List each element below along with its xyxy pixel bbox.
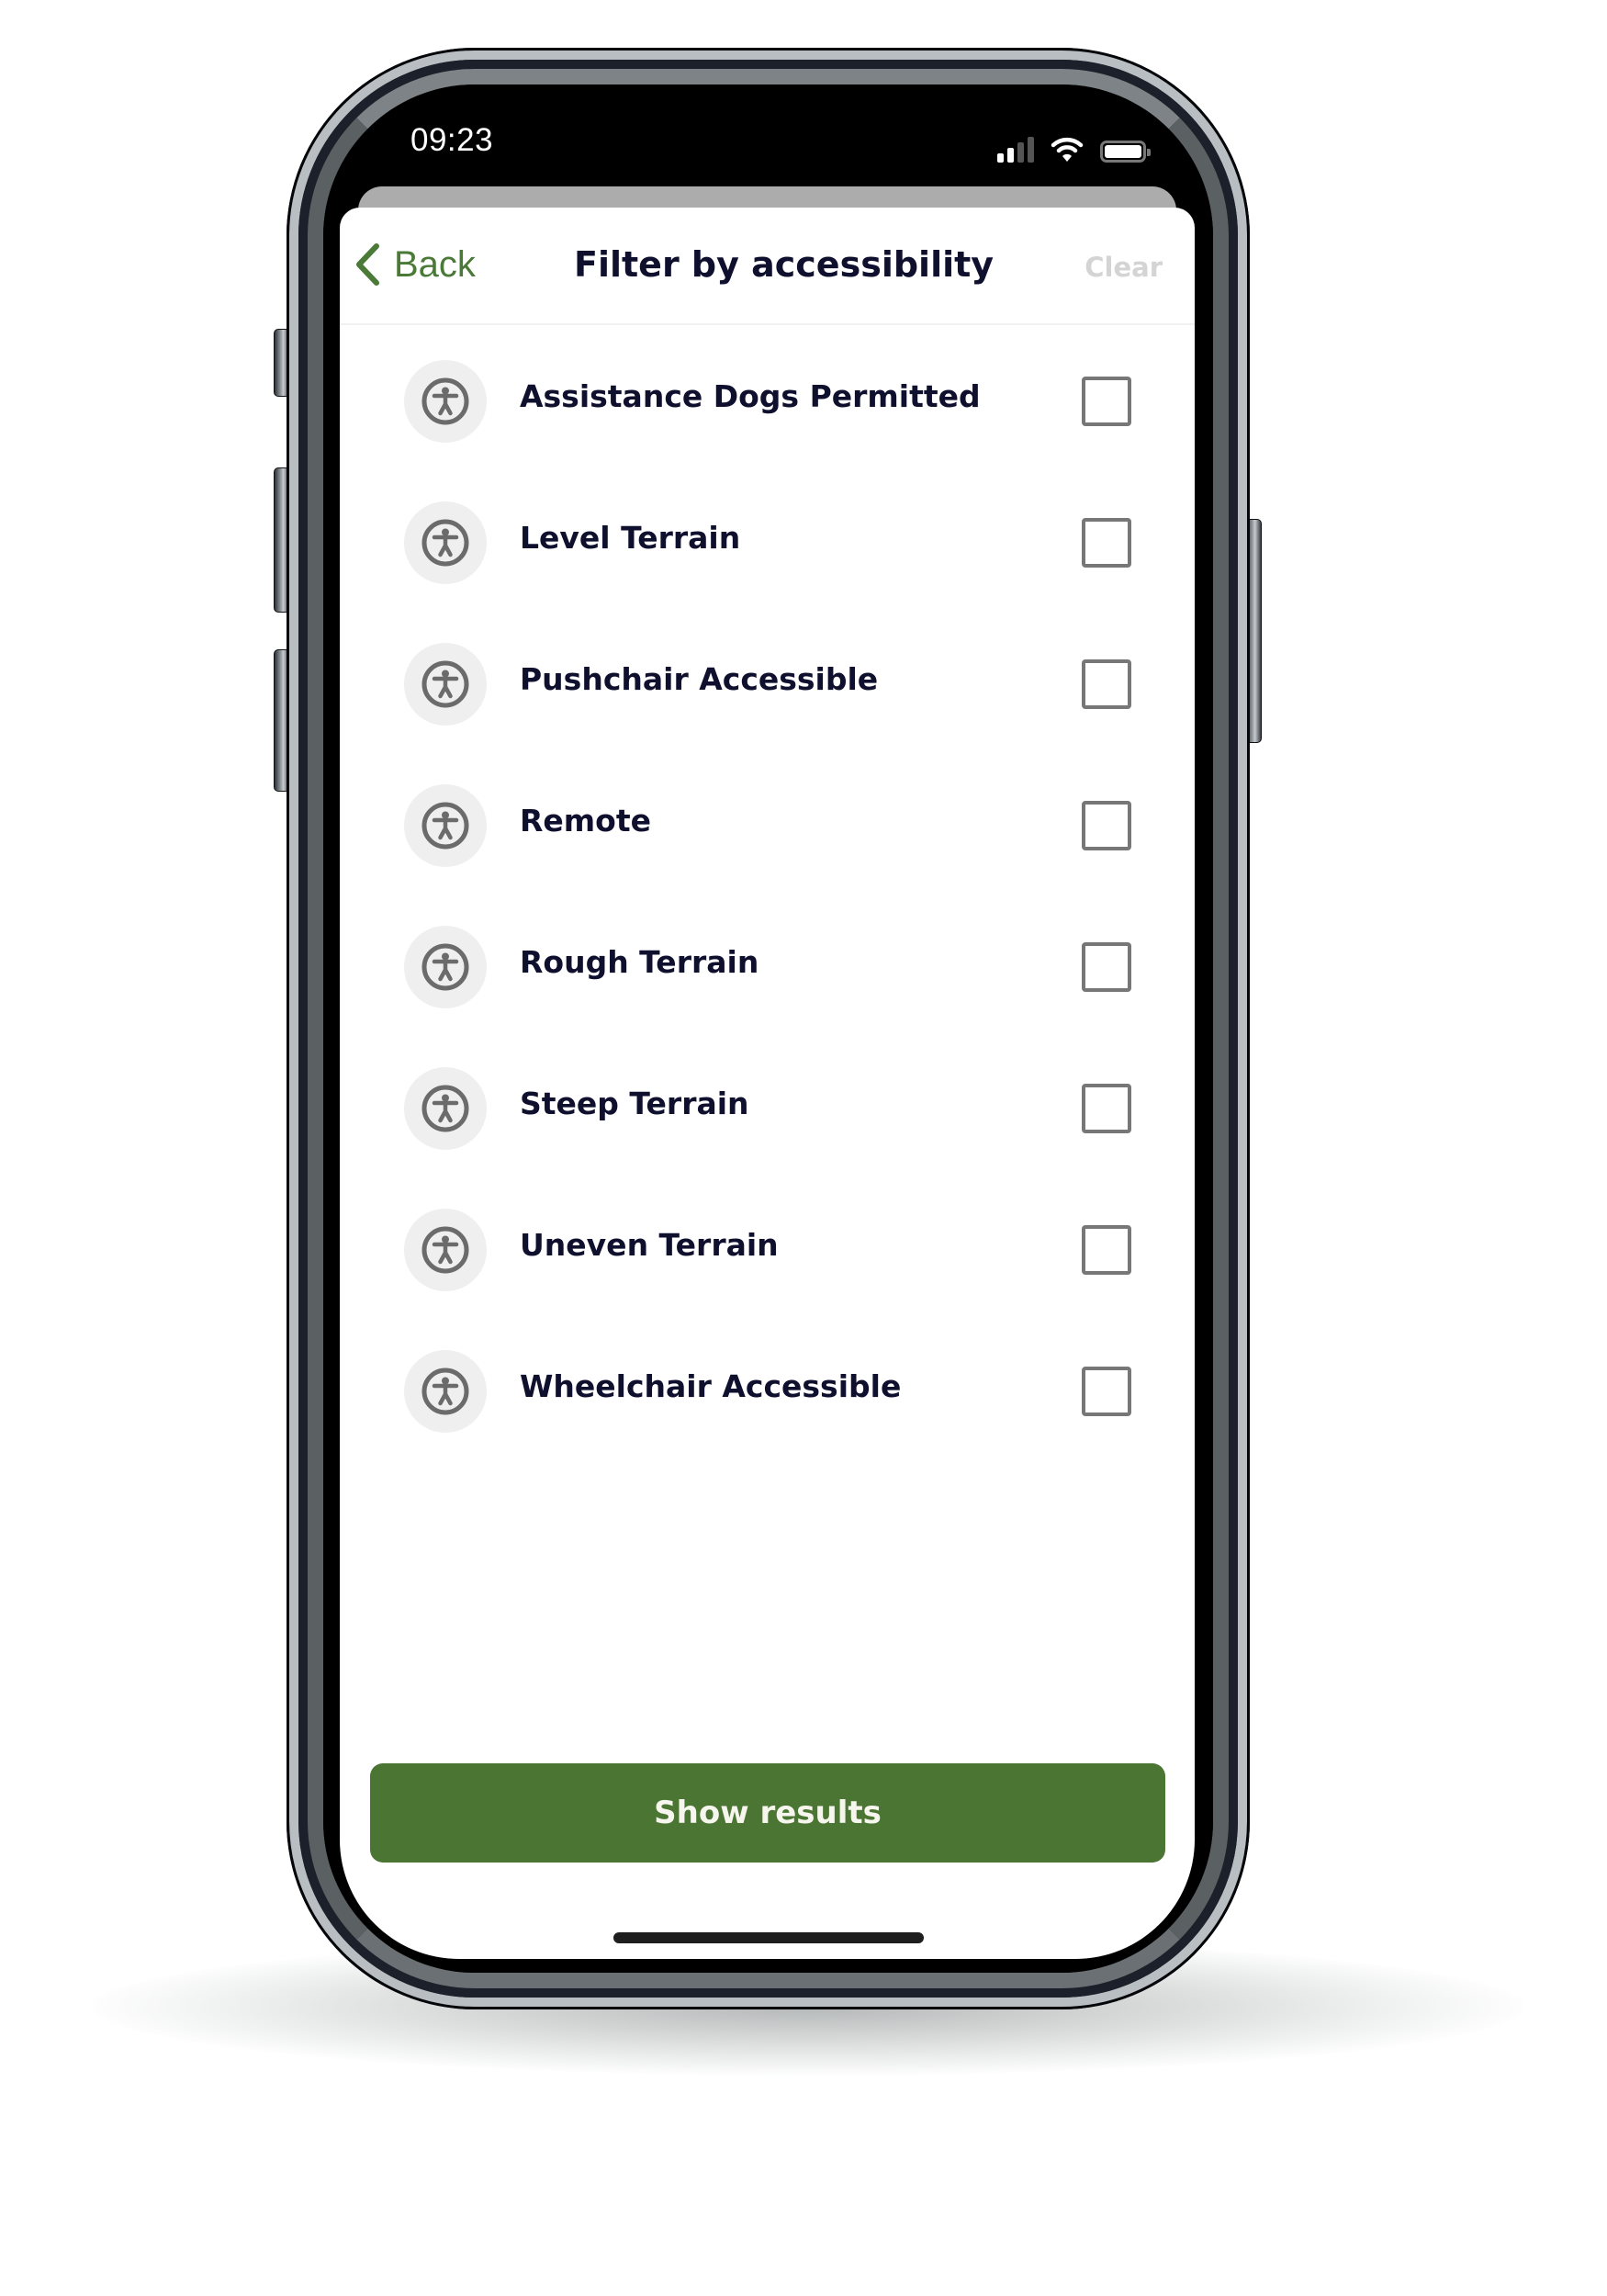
- signal-bar: [1017, 142, 1024, 163]
- filter-checkbox[interactable]: [1082, 377, 1131, 426]
- show-results-button[interactable]: Show results: [370, 1763, 1165, 1863]
- battery-level: [1105, 145, 1141, 158]
- filter-label: Rough Terrain: [520, 944, 759, 980]
- filter-label: Remote: [520, 803, 652, 838]
- filter-row[interactable]: Level Terrain: [340, 472, 1195, 613]
- filter-row[interactable]: Assistance Dogs Permitted: [340, 331, 1195, 472]
- status-time: 09:23: [410, 122, 494, 158]
- signal-bar: [1028, 137, 1034, 163]
- accessibility-icon: [404, 784, 487, 867]
- phone-frame: 09:23 Back Filter by accessibility Clear…: [287, 48, 1250, 2009]
- status-icons: [997, 133, 1151, 163]
- filter-checkbox[interactable]: [1082, 518, 1131, 568]
- filter-checkbox[interactable]: [1082, 1367, 1131, 1416]
- filter-label: Level Terrain: [520, 520, 741, 556]
- clear-button[interactable]: Clear: [1084, 252, 1163, 283]
- accessibility-icon: [404, 643, 487, 726]
- filter-row[interactable]: Wheelchair Accessible: [340, 1321, 1195, 1462]
- accessibility-icon: [404, 926, 487, 1008]
- accessibility-icon: [404, 501, 487, 584]
- back-label: Back: [394, 243, 476, 285]
- filter-row[interactable]: Pushchair Accessible: [340, 613, 1195, 755]
- signal-bar: [1007, 148, 1014, 163]
- accessibility-icon: [404, 1067, 487, 1150]
- filter-checkbox[interactable]: [1082, 659, 1131, 709]
- sheet-header: Back Filter by accessibility Clear: [340, 208, 1195, 325]
- page-title: Filter by accessibility: [574, 244, 995, 285]
- filter-checkbox[interactable]: [1082, 801, 1131, 850]
- filter-label: Pushchair Accessible: [520, 661, 879, 697]
- filter-label: Assistance Dogs Permitted: [520, 378, 981, 414]
- filter-row[interactable]: Uneven Terrain: [340, 1179, 1195, 1321]
- filter-row[interactable]: Steep Terrain: [340, 1038, 1195, 1179]
- filter-checkbox[interactable]: [1082, 1225, 1131, 1275]
- filter-row[interactable]: Rough Terrain: [340, 896, 1195, 1038]
- signal-bar: [997, 153, 1004, 163]
- accessibility-icon: [404, 1350, 487, 1433]
- battery-icon: [1100, 141, 1151, 163]
- filter-label: Wheelchair Accessible: [520, 1368, 902, 1404]
- back-button[interactable]: Back: [354, 242, 476, 287]
- filter-checkbox[interactable]: [1082, 1084, 1131, 1133]
- filter-label: Uneven Terrain: [520, 1227, 779, 1263]
- filter-row[interactable]: Remote: [340, 755, 1195, 896]
- screen: 09:23 Back Filter by accessibility Clear…: [338, 85, 1197, 1959]
- cellular-signal-icon: [997, 137, 1034, 163]
- chevron-left-icon: [356, 243, 379, 286]
- accessibility-icon: [404, 360, 487, 443]
- filter-sheet: Back Filter by accessibility Clear Assis…: [340, 208, 1195, 1959]
- filter-checkbox[interactable]: [1082, 942, 1131, 992]
- home-indicator: [613, 1932, 924, 1943]
- filter-label: Steep Terrain: [520, 1086, 749, 1121]
- wifi-icon: [1051, 137, 1084, 162]
- accessibility-icon: [404, 1209, 487, 1291]
